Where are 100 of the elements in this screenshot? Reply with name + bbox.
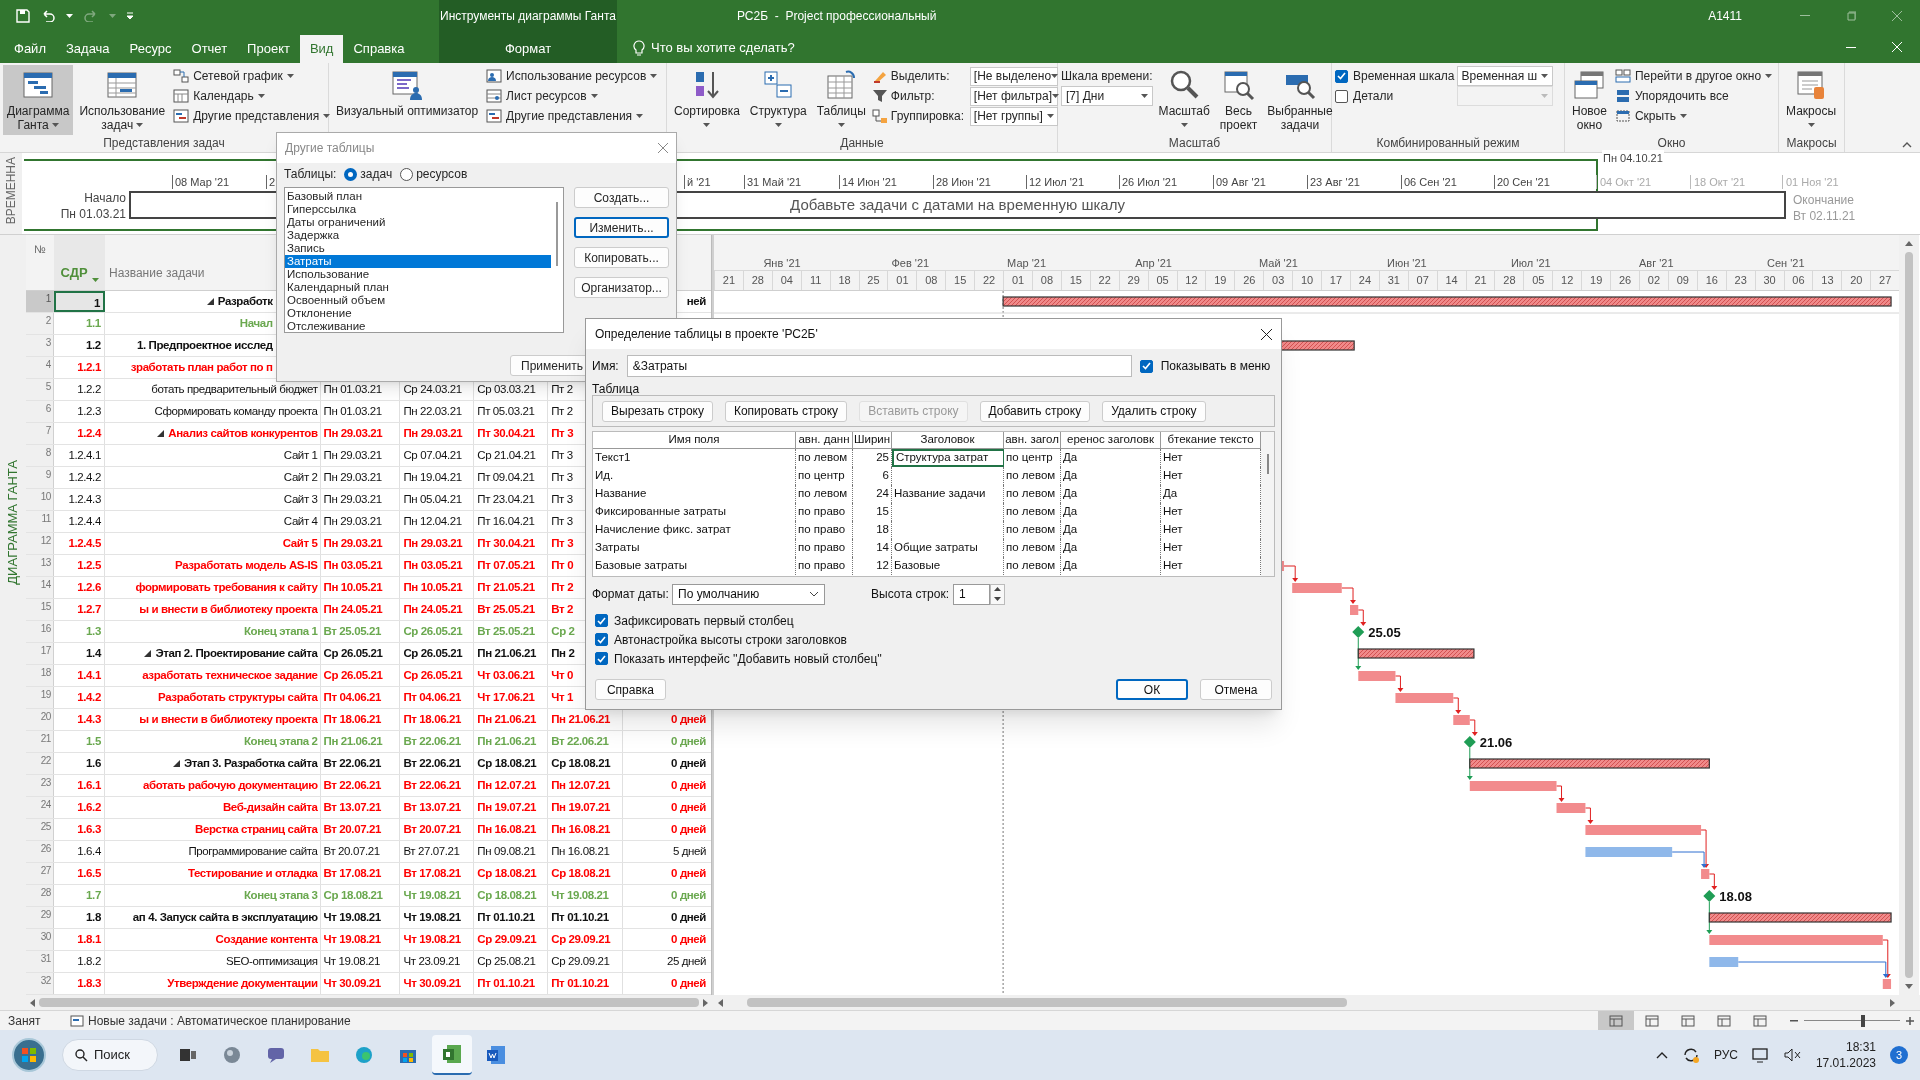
toolbar-button[interactable]: Добавить строку bbox=[979, 400, 1091, 422]
ribbon-tab[interactable]: Задача bbox=[55, 35, 120, 63]
collapse-ribbon-icon[interactable] bbox=[1902, 142, 1912, 148]
undo-icon[interactable] bbox=[40, 9, 56, 22]
name-field[interactable]: &Затраты bbox=[626, 355, 1132, 377]
status-text[interactable]: Новые задачи : Автоматическое планирование bbox=[88, 1011, 351, 1030]
row-number[interactable]: 11 bbox=[26, 511, 54, 532]
column-header[interactable]: Название задачи bbox=[109, 264, 205, 282]
checkbox[interactable] bbox=[1335, 69, 1348, 83]
scroll-right-icon[interactable] bbox=[703, 998, 708, 1007]
search-button[interactable]: Поиск bbox=[62, 1039, 158, 1071]
row-number[interactable]: 3 bbox=[26, 335, 54, 356]
radio-button[interactable] bbox=[344, 167, 358, 181]
list-item[interactable]: Затраты bbox=[285, 255, 551, 268]
zoom-out-icon[interactable] bbox=[1790, 1019, 1798, 1022]
ribbon-tab[interactable]: Вид bbox=[299, 35, 344, 63]
list-item[interactable]: Освоенный объем bbox=[285, 294, 551, 307]
ribbon-large-button[interactable]: Сортировка bbox=[670, 65, 744, 135]
toolbar-button[interactable]: Копировать строку bbox=[724, 400, 848, 422]
dialog-button[interactable]: Справка bbox=[595, 679, 666, 700]
close-icon[interactable] bbox=[1261, 328, 1272, 340]
dialog-button[interactable]: Отмена bbox=[1200, 679, 1272, 700]
ribbon-large-button[interactable]: Макросы bbox=[1782, 65, 1841, 135]
date-format-select[interactable]: По умолчанию bbox=[672, 583, 825, 605]
row-number[interactable]: 28 bbox=[26, 885, 54, 906]
ribbon-button[interactable]: Другие представления bbox=[484, 106, 660, 126]
row-number[interactable]: 8 bbox=[26, 445, 54, 466]
ribbon-tab[interactable]: Справка bbox=[343, 35, 415, 63]
row-number[interactable]: 26 bbox=[26, 841, 54, 862]
collapse-triangle-icon[interactable] bbox=[206, 298, 214, 305]
list-item[interactable]: Календарный план bbox=[285, 281, 551, 294]
row-number[interactable]: 23 bbox=[26, 775, 54, 796]
row-number[interactable]: 6 bbox=[26, 401, 54, 422]
row-number[interactable]: 18 bbox=[26, 665, 54, 686]
collapse-triangle-icon[interactable] bbox=[144, 650, 152, 657]
collapse-triangle-icon[interactable] bbox=[157, 430, 165, 437]
dialog-button[interactable]: Копировать... bbox=[574, 247, 669, 268]
row-number[interactable]: 5 bbox=[26, 379, 54, 400]
row-number[interactable]: 14 bbox=[26, 577, 54, 598]
spin-buttons[interactable] bbox=[990, 583, 1005, 605]
ribbon-large-button[interactable]: Структура bbox=[745, 65, 811, 135]
notification-badge[interactable]: 3 bbox=[1890, 1046, 1908, 1064]
row-number[interactable]: 13 bbox=[26, 555, 54, 576]
ribbon-large-button[interactable]: Выбранные задачи bbox=[1263, 65, 1337, 135]
row-number[interactable]: 1 bbox=[26, 291, 54, 312]
list-item[interactable]: Гиперссылка bbox=[285, 203, 551, 216]
spin-up-icon[interactable] bbox=[994, 587, 1001, 592]
chevron-up-icon[interactable] bbox=[1655, 1051, 1668, 1059]
row-number[interactable]: 4 bbox=[26, 357, 54, 378]
zoom-slider-thumb[interactable] bbox=[1861, 1014, 1866, 1027]
ribbon-button[interactable]: Скрыть bbox=[1612, 106, 1775, 126]
row-number[interactable]: 21 bbox=[26, 731, 54, 752]
dropdown-field[interactable]: [7] Дни bbox=[1061, 86, 1153, 106]
scroll-left-icon[interactable] bbox=[30, 998, 35, 1007]
list-item[interactable]: Использование bbox=[285, 268, 551, 281]
ribbon-button[interactable]: Лист ресурсов bbox=[484, 86, 660, 106]
row-number[interactable]: 12 bbox=[26, 533, 54, 554]
dropdown-field[interactable]: [Нет фильтра] bbox=[969, 86, 1058, 106]
row-number[interactable]: 19 bbox=[26, 687, 54, 708]
list-item[interactable]: Отклонение bbox=[285, 307, 551, 320]
radio-button[interactable] bbox=[400, 167, 414, 181]
scroll-right-icon[interactable] bbox=[1890, 998, 1895, 1007]
dialog-button[interactable]: ОК bbox=[1116, 679, 1188, 700]
row-number[interactable]: 16 bbox=[26, 621, 54, 642]
ribbon-tab[interactable]: Ресурс bbox=[119, 35, 182, 63]
zoom-slider[interactable] bbox=[1804, 1014, 1900, 1027]
taskbar-app[interactable] bbox=[432, 1035, 472, 1075]
start-button[interactable] bbox=[12, 1038, 46, 1072]
row-number[interactable]: 20 bbox=[26, 709, 54, 730]
zoom-in-icon[interactable] bbox=[1906, 1016, 1914, 1025]
toolbar-button[interactable]: Удалить строку bbox=[1102, 400, 1206, 422]
spin-down-icon[interactable] bbox=[994, 596, 1001, 601]
checkbox[interactable] bbox=[595, 652, 608, 665]
view-button[interactable] bbox=[1598, 1010, 1634, 1031]
ribbon-large-button[interactable]: Весь проект bbox=[1215, 65, 1262, 135]
tell-me-field[interactable]: Что вы хотите сделать? bbox=[651, 38, 795, 58]
customize-icon[interactable] bbox=[126, 11, 134, 20]
dialog-button[interactable]: Организатор... bbox=[574, 277, 669, 298]
ribbon-large-button[interactable]: Таблицы bbox=[812, 65, 870, 135]
row-height-field[interactable]: 1 bbox=[953, 583, 990, 605]
row-number[interactable]: 22 bbox=[26, 753, 54, 774]
ribbon-button[interactable]: Календарь bbox=[171, 86, 333, 106]
ribbon-button[interactable]: Упорядочить все bbox=[1612, 86, 1775, 106]
row-number[interactable]: 7 bbox=[26, 423, 54, 444]
ribbon-large-button[interactable]: Новое окно bbox=[1568, 65, 1611, 135]
ribbon-tab[interactable]: Проект bbox=[237, 35, 300, 63]
ribbon-large-button[interactable]: Масштаб bbox=[1154, 65, 1214, 135]
row-number[interactable]: 2 bbox=[26, 313, 54, 334]
row-number[interactable]: 9 bbox=[26, 467, 54, 488]
row-number[interactable]: 29 bbox=[26, 907, 54, 928]
dialog-button[interactable]: Изменить... bbox=[574, 217, 669, 238]
row-number[interactable]: 30 bbox=[26, 929, 54, 950]
ribbon-tab[interactable]: Отчет bbox=[181, 35, 238, 63]
ribbon-tab[interactable]: Файл bbox=[4, 35, 56, 63]
list-item[interactable]: Задержка bbox=[285, 229, 551, 242]
toolbar-button[interactable]: Вырезать строку bbox=[602, 400, 713, 422]
speaker-muted-icon[interactable] bbox=[1783, 1048, 1802, 1062]
sync-icon[interactable] bbox=[1681, 1047, 1700, 1063]
list-item[interactable]: Базовый план bbox=[285, 190, 551, 203]
table-list[interactable]: Базовый план Гиперссылка Даты ограничений Задержка Запись Затраты Использование Календарный план Освоенный объем Отклонение Отслеживание bbox=[284, 187, 564, 333]
